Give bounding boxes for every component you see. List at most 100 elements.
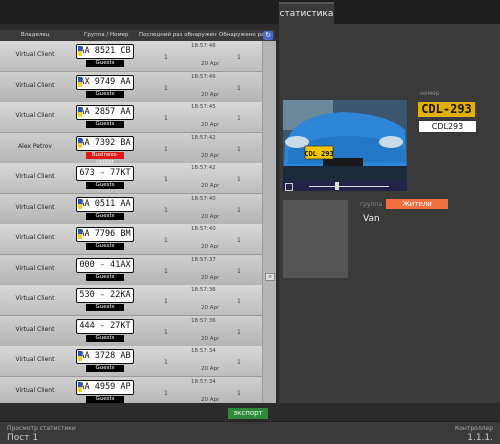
row-date: 20 Apr xyxy=(201,335,220,342)
scrollbar[interactable]: ≡ xyxy=(262,41,276,403)
row-date: 20 Apr xyxy=(201,213,220,220)
row-plate-group: 444 - 27KT Guests xyxy=(76,318,134,342)
row-time: 18:57:42 xyxy=(191,134,216,141)
row-time: 18:57:34 xyxy=(191,378,216,385)
table-row[interactable]: Virtual Client 673 - 77KT Guests 1 18:57:42 2… xyxy=(0,163,262,194)
row-plate: 000 - 41AX xyxy=(76,257,134,273)
row-count-b: 1 xyxy=(237,237,241,244)
row-count-b: 1 xyxy=(237,328,241,336)
zoom-slider-knob[interactable] xyxy=(335,182,339,190)
row-count-a: 1 xyxy=(164,206,168,214)
zoom-slider[interactable] xyxy=(309,186,389,187)
row-plate: 444 - 27KT xyxy=(76,318,134,334)
row-count-b: 1 xyxy=(237,206,241,214)
row-time: 18:57:37 xyxy=(191,256,216,263)
row-date: 20 Apr xyxy=(201,122,220,128)
save-photo-icon[interactable] xyxy=(285,183,293,191)
row-count-b: 1 xyxy=(237,176,241,183)
col-group-number[interactable]: Группа / Номер xyxy=(84,32,129,38)
table-row[interactable]: Alex Petrov AA 7392 BA Business-center 1 18:… xyxy=(0,132,262,165)
row-count-b: 1 xyxy=(237,389,241,397)
row-count-b: 1 xyxy=(237,145,241,153)
row-count-a: 1 xyxy=(164,359,168,366)
row-plate-group: 000 - 41AX Guests xyxy=(76,257,134,281)
refresh-icon[interactable]: ↻ xyxy=(263,31,273,40)
row-time: 18:57:36 xyxy=(191,287,216,293)
table-row[interactable]: Virtual Client AA 0511 AA Guests 1 18:57:40 2… xyxy=(0,193,262,225)
table-row[interactable]: Virtual Client AX 9749 AA Guests 1 18:57:46 2… xyxy=(0,71,262,103)
plate-big: CDL-293 xyxy=(418,102,475,117)
row-date: 20 Apr xyxy=(201,274,220,281)
scroll-thumb[interactable]: ≡ xyxy=(265,273,275,281)
row-time: 18:57:34 xyxy=(191,348,216,354)
status-left-value: Пост 1 xyxy=(7,433,39,443)
plate-text: CDL293 xyxy=(418,120,477,133)
row-owner: Virtual Client xyxy=(15,386,55,394)
table-row[interactable]: Virtual Client AA 2857 AA Guests 1 18:57:45 2… xyxy=(0,102,262,133)
row-time: 18:57:42 xyxy=(191,165,216,171)
owner-photo-placeholder xyxy=(283,200,348,278)
row-owner: Virtual Client xyxy=(15,295,55,302)
row-group: Business-center xyxy=(86,151,124,165)
row-plate: 673 - 77KT xyxy=(76,166,134,181)
col-owner[interactable]: Владелец xyxy=(21,32,50,38)
group-label: группа xyxy=(360,201,383,208)
row-time: 18:57:40 xyxy=(191,195,216,202)
row-group: Guests xyxy=(86,212,124,220)
row-time: 18:57:46 xyxy=(191,73,216,80)
status-right-value: 1.1.1. xyxy=(467,433,493,443)
row-count-a: 1 xyxy=(164,328,168,336)
row-plate: AA 3728 AB xyxy=(76,349,134,364)
row-plate: AA 8521 CB xyxy=(76,44,134,59)
row-owner: Virtual Client xyxy=(15,264,55,272)
row-group: Guests xyxy=(86,334,124,342)
row-plate-group: AA 8521 CB Guests xyxy=(76,44,134,67)
row-plate: AA 7796 BM xyxy=(76,227,134,242)
col-times-seen[interactable]: Обнаружено раз xyxy=(219,32,267,38)
row-count-a: 1 xyxy=(164,237,168,244)
row-count-a: 1 xyxy=(164,267,168,275)
table-row[interactable]: Virtual Client AA 8521 CB Guests 1 18:57:46 2… xyxy=(0,41,262,72)
row-group: Guests xyxy=(86,365,124,372)
number-label: номер xyxy=(420,90,440,97)
row-group: Guests xyxy=(86,395,124,403)
export-button[interactable]: экспорт xyxy=(228,408,268,419)
row-group: Guests xyxy=(86,182,124,189)
table-row[interactable]: Virtual Client 444 - 27KT Guests 1 18:57:36 2… xyxy=(0,315,262,347)
row-plate-group: AA 0511 AA Guests xyxy=(76,196,134,220)
row-time: 18:57:46 xyxy=(191,43,216,49)
row-count-b: 1 xyxy=(237,298,241,305)
table-row[interactable]: Virtual Client AA 7796 BM Guests 1 18:57:40 2… xyxy=(0,224,262,255)
row-plate-group: AA 3728 AB Guests xyxy=(76,349,134,372)
row-owner: Virtual Client xyxy=(15,203,55,211)
top-bar: статистика xyxy=(0,0,500,26)
row-count-a: 1 xyxy=(164,54,168,61)
row-group: Guests xyxy=(86,273,124,281)
photo-plate-text: CDL 293 xyxy=(304,150,334,158)
row-group: Guests xyxy=(86,304,124,311)
tab-statistics[interactable]: статистика xyxy=(279,2,334,26)
row-count-a: 1 xyxy=(164,115,168,122)
col-last-seen[interactable]: Последний раз обнаружен xyxy=(139,32,217,38)
table-row[interactable]: Virtual Client AA 3728 AB Guests 1 18:57:34 2… xyxy=(0,346,262,377)
table-row[interactable]: Virtual Client 000 - 41AX Guests 1 18:57:37 2… xyxy=(0,254,262,286)
row-plate: 530 - 22KA xyxy=(76,288,134,303)
row-plate-group: AA 7796 BM Guests xyxy=(76,227,134,250)
row-count-b: 1 xyxy=(237,267,241,275)
row-time: 18:57:40 xyxy=(191,226,216,232)
row-owner: Virtual Client xyxy=(15,81,55,89)
row-plate-group: AA 2857 AA Guests xyxy=(76,105,134,128)
table-row[interactable]: Virtual Client 530 - 22KA Guests 1 18:57:36 2… xyxy=(0,285,262,316)
row-group: Guests xyxy=(86,60,124,67)
row-date: 20 Apr xyxy=(201,183,220,189)
table-row[interactable]: Virtual Client AA 4959 AP Guests 1 18:57:34 2… xyxy=(0,376,262,403)
photo-controls xyxy=(283,181,407,191)
row-group: Guests xyxy=(86,90,124,98)
row-date: 20 Apr xyxy=(201,91,220,98)
row-time: 18:57:36 xyxy=(191,317,216,324)
status-right-label: Контроллер xyxy=(455,425,493,432)
row-count-a: 1 xyxy=(164,145,168,153)
row-count-a: 1 xyxy=(164,389,168,397)
records-list: Virtual Client AA 8521 CB Guests 1 18:57:46 2… xyxy=(0,41,262,403)
row-count-b: 1 xyxy=(237,84,241,92)
